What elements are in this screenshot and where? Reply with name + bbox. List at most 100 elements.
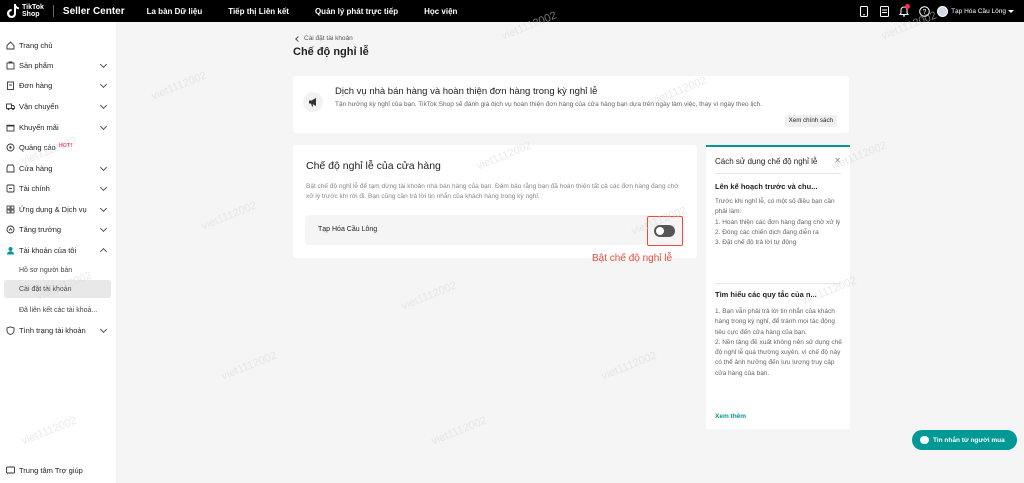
seller-center-title[interactable]: Seller Center: [63, 6, 125, 17]
chevron-down-icon: [99, 60, 108, 69]
breadcrumb-label: Cài đặt tài khoản: [304, 35, 353, 42]
sidebar-item-ads[interactable]: Quảng cáo HOT!: [0, 137, 116, 157]
home-icon: [6, 40, 15, 50]
store-mode-title: Chế độ nghỉ lễ của cửa hàng: [306, 160, 441, 172]
sidebar-item-label: Tăng trưởng: [19, 224, 62, 234]
sidebar-subitem-linked-accounts[interactable]: Đã liên kết các tài khoả...: [0, 301, 116, 319]
truck-icon: [6, 102, 15, 111]
watermark: viet1112002: [429, 414, 489, 448]
holiday-service-notice: Dịch vụ nhà bán hàng và hoàn thiện đơn h…: [293, 76, 849, 133]
sidebar-item-label: Trang chủ: [19, 40, 53, 50]
phone-icon[interactable]: [857, 4, 871, 18]
sidebar-item-apps[interactable]: Ứng dụng & Dịch vụ: [0, 199, 116, 219]
guide-divider: [715, 173, 841, 174]
guide-panel: Cách sử dụng chế độ nghỉ lễ ✕ Lên kế hoạ…: [706, 145, 850, 429]
see-more-link[interactable]: Xem thêm: [715, 413, 746, 420]
chevron-down-icon: [99, 101, 108, 110]
store-icon: [6, 164, 15, 173]
top-bar: TikTok Shop Seller Center La bàn Dữ liệu…: [0, 0, 1024, 22]
guide-section2-title: Tìm hiểu các quy tắc của n...: [715, 290, 817, 299]
sidebar-item-label: Cửa hàng: [19, 163, 53, 173]
hot-badge: HOT!: [58, 142, 73, 149]
sidebar-item-label: Đơn hàng: [19, 80, 53, 90]
sidebar-item-orders[interactable]: Đơn hàng: [0, 75, 116, 95]
bell-icon[interactable]: [897, 4, 911, 18]
sidebar-item-products[interactable]: Sản phẩm: [0, 55, 116, 75]
chevron-down-icon: [99, 80, 108, 89]
chat-bubble-icon: [920, 436, 929, 444]
watermark: viet1112002: [399, 279, 459, 313]
sidebar-item-label: Tài khoản của tôi: [19, 245, 77, 255]
breadcrumb-back[interactable]: Cài đặt tài khoản: [295, 35, 353, 42]
order-icon: [6, 81, 15, 90]
page-title: Chế độ nghỉ lễ: [293, 46, 369, 58]
chevron-down-icon: [99, 122, 108, 131]
product-icon: [6, 61, 15, 70]
toggle-annotation: Bật chế độ nghỉ lễ: [592, 253, 673, 264]
sidebar-subitem-seller-profile[interactable]: Hồ sơ người bán: [0, 261, 116, 279]
user-name[interactable]: Tạp Hóa Cầu Lông: [951, 8, 1006, 15]
help-icon[interactable]: ?: [917, 4, 931, 18]
nav-affiliate[interactable]: Tiếp thị Liên kết: [228, 7, 289, 16]
sidebar-item-finance[interactable]: Tài chính: [0, 178, 116, 198]
view-policy-button[interactable]: Xem chính sách: [784, 115, 837, 127]
tiktok-logo-icon: [7, 4, 19, 18]
sidebar-item-account-status[interactable]: Tình trạng tài khoản: [0, 320, 116, 340]
chevron-down-icon: [99, 163, 108, 172]
sidebar-item-label: Ứng dụng & Dịch vụ: [19, 204, 87, 214]
nav-live-management[interactable]: Quản lý phát trực tiếp: [315, 7, 398, 16]
toggle-knob: [656, 227, 664, 235]
watermark: viet1112002: [149, 69, 209, 103]
nav-data-compass[interactable]: La bàn Dữ liệu: [147, 7, 203, 16]
growth-icon: [6, 225, 15, 234]
logo-text-line2: Shop: [22, 11, 40, 18]
holiday-mode-toggle[interactable]: [654, 225, 675, 237]
ads-icon: [6, 143, 15, 152]
sidebar-item-label: Tài chính: [19, 183, 50, 193]
sidebar-item-shipping[interactable]: Vận chuyển: [0, 96, 116, 116]
account-icon: [6, 246, 15, 255]
avatar[interactable]: [937, 5, 949, 17]
topbar-divider: [52, 5, 54, 17]
document-icon[interactable]: [877, 4, 891, 18]
buyer-messages-button[interactable]: Tin nhắn từ người mua: [912, 430, 1017, 450]
sidebar-item-my-account[interactable]: Tài khoản của tôi: [0, 240, 116, 260]
guide-divider: [715, 283, 841, 284]
tiktok-shop-logo[interactable]: TikTok Shop: [7, 0, 44, 22]
finance-icon: [6, 184, 15, 193]
guide-section1-title: Lên kế hoạch trước và chu...: [715, 182, 818, 191]
megaphone-icon: [303, 92, 323, 112]
close-icon[interactable]: ✕: [834, 156, 841, 165]
guide-title: Cách sử dụng chế độ nghỉ lễ: [715, 157, 818, 166]
chevron-up-icon: [99, 247, 108, 256]
chevron-down-icon[interactable]: [1008, 9, 1014, 13]
chevron-down-icon: [99, 204, 108, 213]
logo-text-line1: TikTok: [22, 4, 44, 11]
watermark: viet1112002: [219, 349, 279, 383]
help-center-label: Trung tâm Trợ giúp: [19, 466, 83, 475]
buyer-messages-label: Tin nhắn từ người mua: [933, 436, 1005, 444]
nav-academy[interactable]: Học viện: [424, 7, 457, 16]
chevron-down-icon: [99, 183, 108, 192]
sidebar: Trang chủ Sản phẩm Đơn hàng Vận chuyển K…: [0, 22, 116, 483]
sidebar-item-label: Khuyến mãi: [19, 122, 59, 132]
watermark: viet1112002: [199, 199, 259, 233]
help-center-link[interactable]: Trung tâm Trợ giúp: [6, 466, 83, 475]
notice-title: Dịch vụ nhà bán hàng và hoàn thiện đơn h…: [335, 86, 598, 97]
shop-name: Tạp Hóa Cầu Lông: [318, 226, 378, 233]
notification-dot: [905, 4, 911, 9]
chevron-left-icon: [295, 35, 301, 42]
svg-text:?: ?: [922, 9, 926, 16]
sidebar-subitem-account-settings[interactable]: Cài đặt tài khoản: [4, 280, 111, 298]
sidebar-item-store[interactable]: Cửa hàng: [0, 158, 116, 178]
sidebar-item-label: Tình trạng tài khoản: [19, 325, 86, 335]
sidebar-item-growth[interactable]: Tăng trưởng: [0, 219, 116, 239]
sidebar-item-promotions[interactable]: Khuyến mãi: [0, 117, 116, 137]
guide-section2-body: 1. Bạn vẫn phải trả lời tin nhắn của khá…: [715, 308, 842, 377]
chat-help-icon: [6, 466, 15, 475]
sidebar-item-label: Sản phẩm: [19, 60, 54, 70]
shop-row: Tạp Hóa Cầu Lông: [305, 215, 685, 245]
chevron-down-icon: [99, 224, 108, 233]
watermark: viet1112002: [599, 349, 659, 383]
sidebar-item-home[interactable]: Trang chủ: [0, 35, 116, 55]
